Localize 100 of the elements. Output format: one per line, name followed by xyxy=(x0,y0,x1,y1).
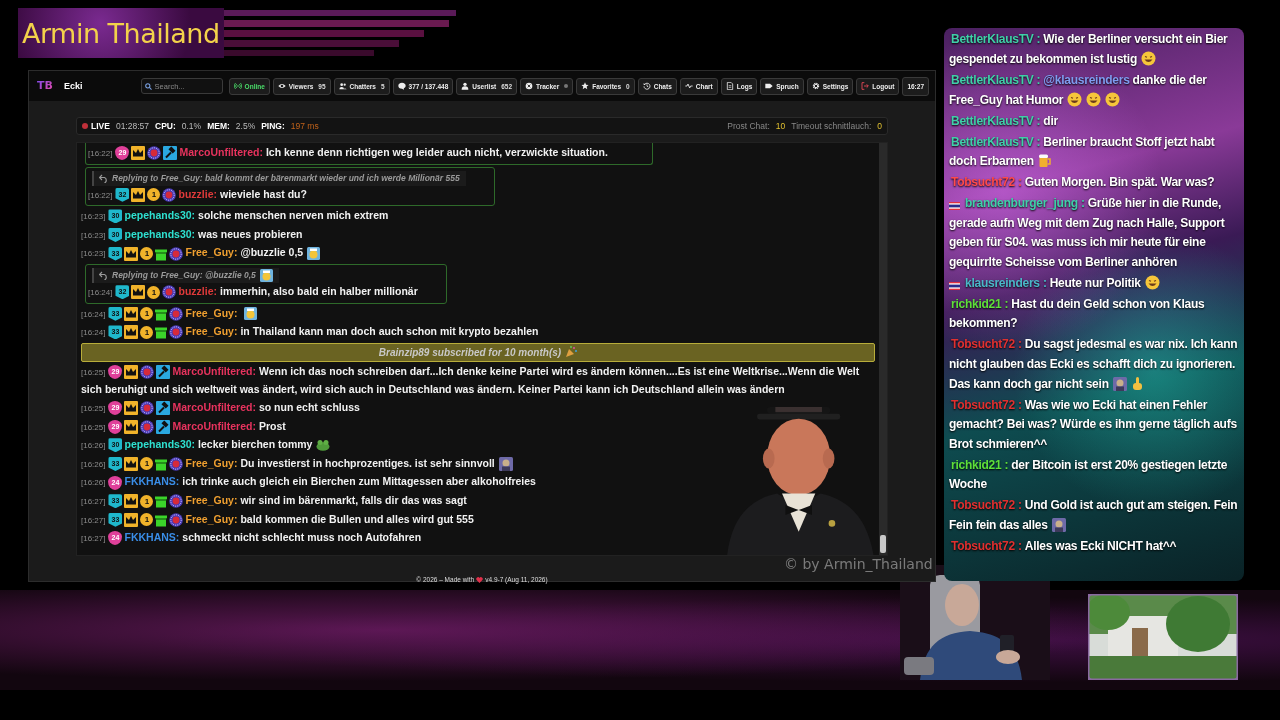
message-time: [16:25] xyxy=(81,367,106,377)
message-time: [16:26] xyxy=(81,459,106,469)
settings-icon xyxy=(811,82,820,90)
frog-icon xyxy=(316,439,331,452)
emote-icon xyxy=(1051,517,1066,532)
hammer-icon xyxy=(156,419,171,434)
message-time: [16:24] xyxy=(88,287,113,297)
emblem-icon xyxy=(140,419,155,434)
pulse-icon xyxy=(684,82,693,90)
message-time: [16:26] xyxy=(81,478,106,488)
emblem-icon xyxy=(169,512,184,527)
message-time: [16:24] xyxy=(81,309,106,319)
heart-icon xyxy=(476,576,484,583)
counter-value: 10 xyxy=(775,121,786,131)
message-time: [16:27] xyxy=(81,534,106,544)
chat-message: BettlerKlausTV : dir xyxy=(950,112,1059,130)
pointing-hand-icon xyxy=(1130,375,1144,391)
emblem-icon xyxy=(169,494,184,509)
emblem-icon xyxy=(140,364,155,379)
coin-badge: 1 xyxy=(140,325,154,339)
smiley-icon xyxy=(1105,91,1121,107)
crown-icon xyxy=(124,306,139,321)
live-label: LIVE xyxy=(91,121,110,131)
message-time: [16:22] xyxy=(88,149,113,158)
chat-message: richkid21 : Hast du dein Geld schon von Klaus bekommen? xyxy=(949,295,1206,333)
subscription-text: Brainzip89 subscribed for 10 month(s) xyxy=(378,345,562,360)
message-time: [16:23] xyxy=(81,230,106,240)
app-title: Ecki xyxy=(63,81,83,91)
scrollbar-track[interactable] xyxy=(879,143,887,555)
message-time: [16:27] xyxy=(81,496,106,506)
reply-arrow-icon xyxy=(99,173,108,183)
emote-icon xyxy=(498,456,513,471)
counter-label: Timeout schnittlauch: xyxy=(791,121,872,131)
emblem-icon xyxy=(140,401,155,416)
message-time: [16:26] xyxy=(81,441,106,451)
chat-bubble-icon xyxy=(397,82,406,90)
tag-icon xyxy=(765,82,774,90)
target-icon xyxy=(525,82,534,90)
sticker-icon xyxy=(307,247,321,261)
crown-icon xyxy=(131,187,146,202)
message-time: [16:25] xyxy=(81,403,106,413)
sticker-icon xyxy=(259,268,273,282)
coin-badge: 1 xyxy=(140,457,154,471)
logout-icon xyxy=(861,82,870,90)
chat-message: BettlerKlausTV : Berliner braucht Stoff jetzt habt doch Erbarmen xyxy=(949,133,1216,171)
emblem-icon xyxy=(162,187,177,202)
gift-icon xyxy=(155,494,168,509)
stat-label: CPU: xyxy=(155,121,176,131)
message-time: [16:23] xyxy=(81,249,106,259)
gift-icon xyxy=(155,325,168,340)
stat-label: MEM: xyxy=(207,121,230,131)
crown-icon xyxy=(124,364,139,379)
hammer-icon xyxy=(156,364,171,379)
beer-icon xyxy=(1037,153,1052,169)
reply-text: Replying to Free_Guy: bald kommt der bärenmarkt wieder und ich werde Millionär 555 xyxy=(112,171,460,185)
scrollbar-thumb[interactable] xyxy=(880,535,886,553)
eye-icon xyxy=(277,82,286,90)
smiley-icon xyxy=(1086,91,1102,107)
counter-label: Prost Chat: xyxy=(727,121,770,131)
live-dot-icon xyxy=(82,123,88,129)
stat-label: PING: xyxy=(261,121,285,131)
emote-icon xyxy=(1112,376,1127,391)
signal-icon xyxy=(233,82,242,90)
crown-icon xyxy=(124,494,139,509)
crown-icon xyxy=(131,285,146,300)
chat-message: Tobsucht72 : Und Gold ist auch gut am steigen. Fein Fein fein das alles xyxy=(949,497,1239,534)
message-time: [16:27] xyxy=(81,515,106,525)
emblem-icon xyxy=(169,306,184,321)
coin-badge: 1 xyxy=(140,494,154,508)
crown-icon xyxy=(124,246,139,261)
crown-icon xyxy=(124,419,139,434)
star-icon xyxy=(581,82,590,90)
message-time: [16:25] xyxy=(81,422,106,432)
stat-value: 2.5% xyxy=(235,121,256,131)
hammer-icon xyxy=(156,401,171,416)
coin-badge: 1 xyxy=(147,285,161,299)
emblem-icon xyxy=(169,325,184,340)
people-icon xyxy=(338,82,347,90)
history-icon xyxy=(642,82,651,90)
message-time: [16:24] xyxy=(81,328,106,338)
person-icon xyxy=(461,82,470,90)
crown-icon xyxy=(124,325,139,340)
coin-badge: 1 xyxy=(140,307,154,321)
chat-message: Tobsucht72 : Alles was Ecki NICHT hat^^ xyxy=(950,537,1178,555)
reply-arrow-icon xyxy=(99,270,108,280)
stat-value: 0.1% xyxy=(181,121,202,131)
crown-icon xyxy=(124,401,139,416)
crown-icon xyxy=(131,146,146,161)
sticker-icon xyxy=(244,307,258,321)
chat-message: brandenburger_jung : Grüße hier in die Runde, gerade aufn Weg mit dem Zug nach Halle, Support geben für S04. was muss ich mir heute für eine gequirrlte Scheisse vom Berliner anhören xyxy=(949,195,1226,271)
crown-icon xyxy=(124,456,139,471)
channel-title: Armin Thailand xyxy=(18,8,224,58)
crown-icon xyxy=(124,512,139,527)
document-icon xyxy=(725,82,734,90)
coin-badge: 1 xyxy=(147,188,161,202)
chat-message: klausreinders : Heute nur Politik xyxy=(949,273,1240,294)
message-time: [16:22] xyxy=(88,190,113,200)
emblem-icon xyxy=(169,456,184,471)
smiley-icon xyxy=(1067,91,1083,107)
hammer-icon xyxy=(163,146,178,161)
